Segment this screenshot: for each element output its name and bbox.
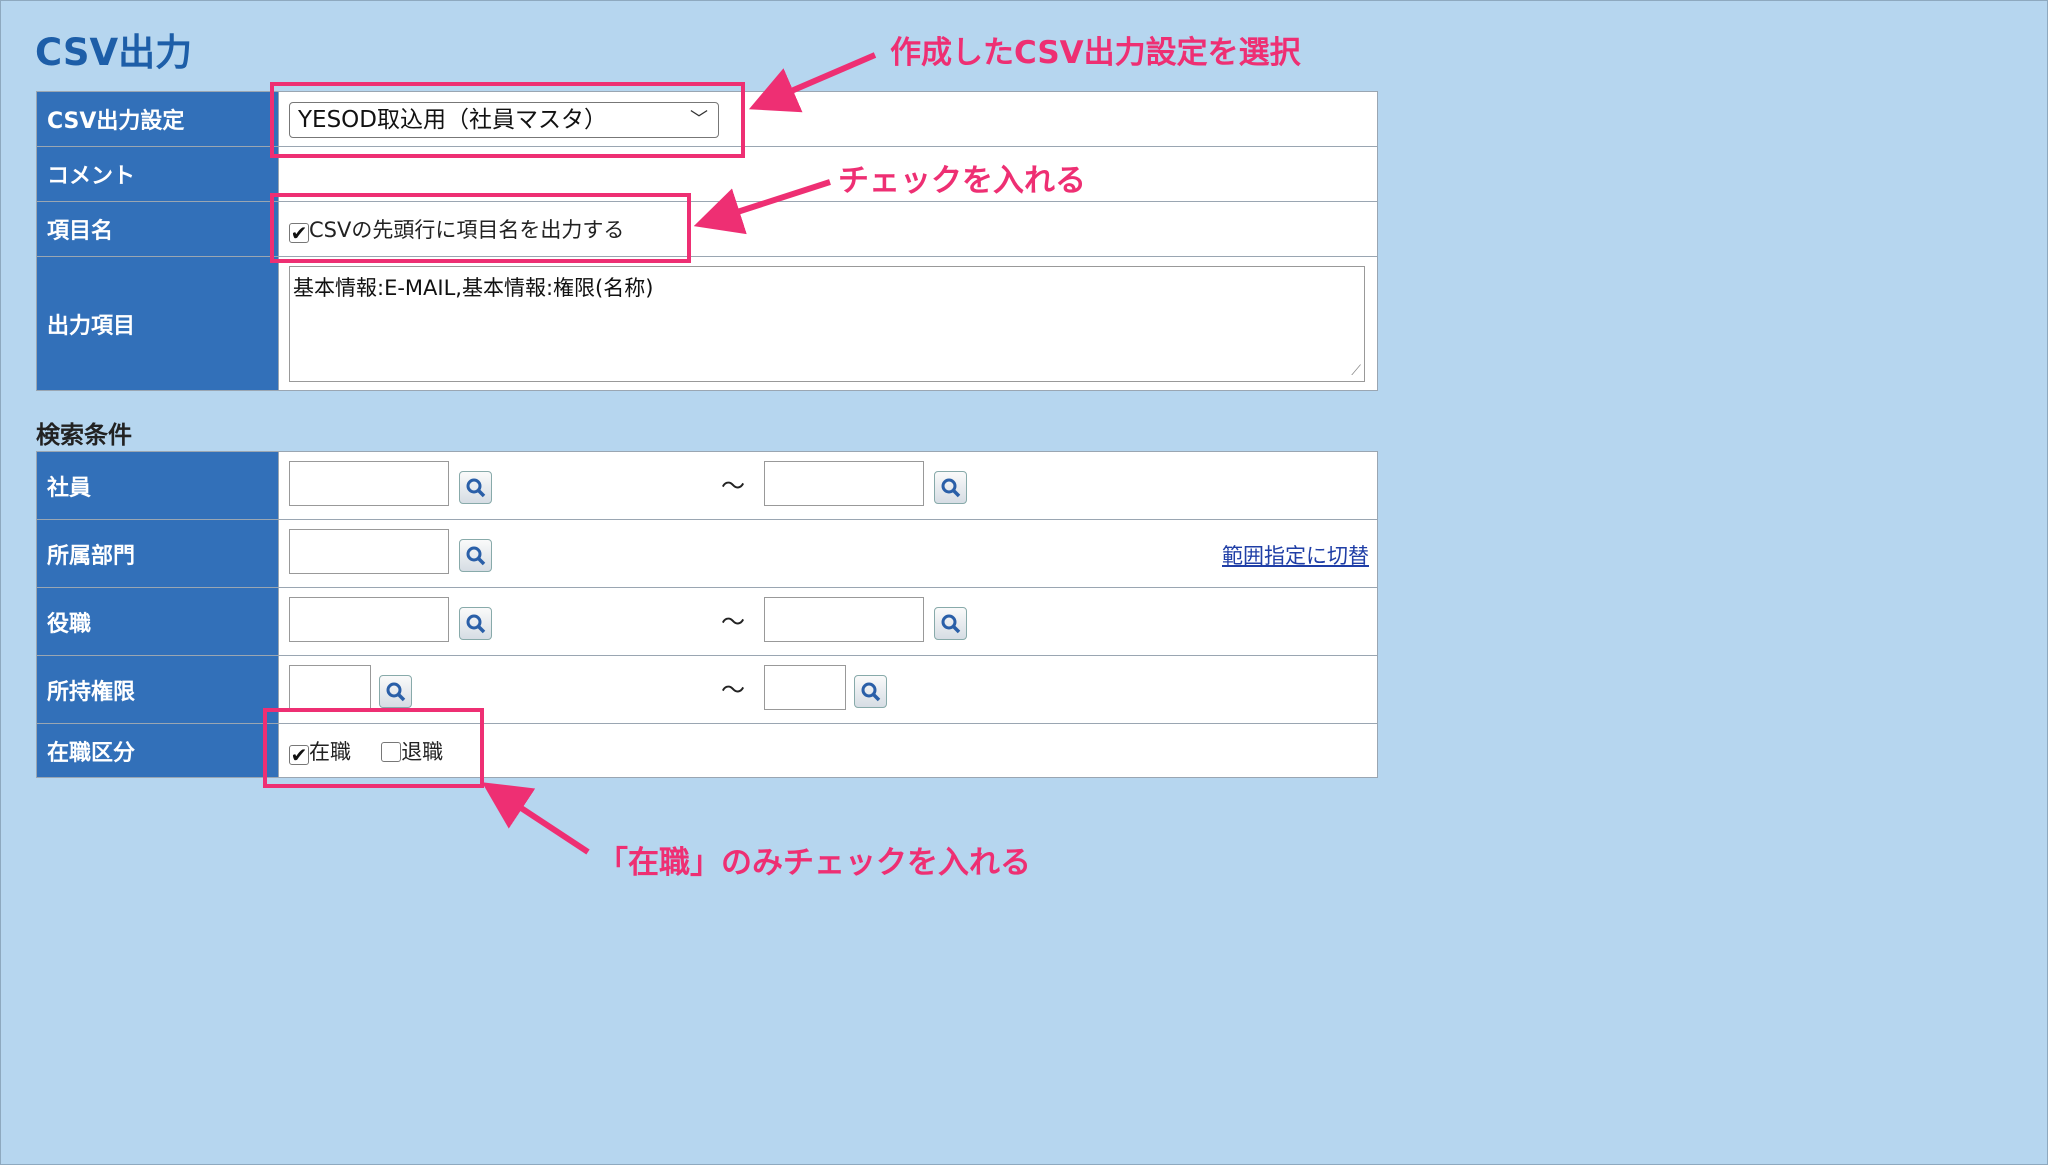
checkbox-arrow <box>693 179 831 235</box>
select-arrow <box>748 52 877 113</box>
annotation-arrows <box>481 52 877 855</box>
employment-arrow <box>481 782 590 855</box>
